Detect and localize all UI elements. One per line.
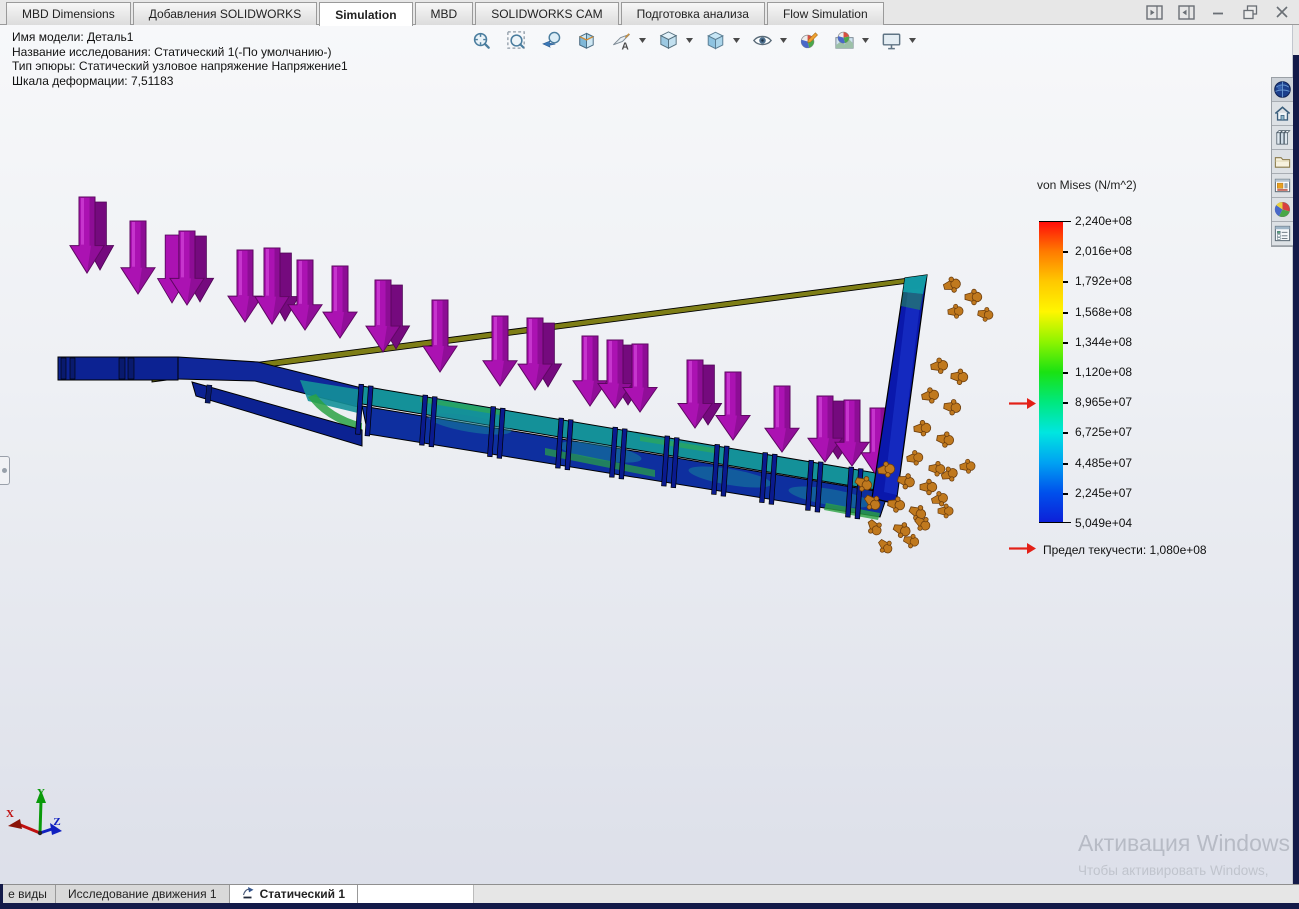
legend-tick	[1063, 312, 1068, 314]
legend-tick	[1063, 463, 1068, 465]
zoom-to-area-icon[interactable]	[503, 27, 529, 53]
yield-arrow-icon	[1009, 543, 1036, 557]
yield-marker-arrow-icon	[1009, 398, 1036, 412]
model-name-text: Имя модели: Деталь1	[12, 30, 348, 45]
command-tabs: MBD DimensionsДобавления SOLIDWORKSSimul…	[6, 2, 886, 25]
axis-y-label: Y	[37, 787, 45, 799]
legend-tick	[1063, 402, 1068, 404]
feature-tree-flyout-tab[interactable]	[0, 456, 10, 485]
legend-color-bar	[1039, 221, 1063, 523]
legend-value: 1,120e+08	[1075, 365, 1132, 379]
view-orientation-icon[interactable]	[655, 27, 681, 53]
legend-value: 4,485e+07	[1075, 456, 1132, 470]
study-name-text: Название исследования: Статический 1(-По…	[12, 45, 348, 60]
study-tab-label: Статический 1	[260, 887, 345, 901]
simulation-model-3d: Y X Z	[0, 0, 1299, 909]
legend-value: 1,568e+08	[1075, 305, 1132, 319]
view-palette-icon[interactable]	[1272, 174, 1293, 198]
right-edge-strip	[1293, 55, 1299, 909]
apply-scene-icon[interactable]	[831, 27, 857, 53]
edit-appearance-icon[interactable]	[796, 27, 822, 53]
appearances-scenes-icon[interactable]	[1272, 198, 1293, 222]
collapse-panel-right-button[interactable]	[1177, 4, 1195, 20]
study-tab-1[interactable]: е виды	[0, 885, 56, 903]
watermark-line1: Активация Windows	[1078, 830, 1290, 857]
legend-end-tick	[1039, 221, 1071, 222]
legend-value: 2,016e+08	[1075, 244, 1132, 258]
window-controls	[1145, 4, 1291, 20]
legend-value: 1,792e+08	[1075, 274, 1132, 288]
study-tabbar-filler	[358, 885, 474, 903]
legend-value: 8,965e+07	[1075, 395, 1132, 409]
svg-text:A: A	[621, 41, 628, 51]
dynamic-annotation-views-icon[interactable]: A	[608, 27, 634, 53]
study-tab-label: Исследование движения 1	[68, 887, 217, 901]
legend-value: 2,245e+07	[1075, 486, 1132, 500]
windows-activation-watermark: Активация Windows Чтобы активировать Win…	[1078, 830, 1290, 878]
display-style-icon[interactable]	[702, 27, 728, 53]
heads-up-view-toolbar: A	[468, 27, 916, 53]
deformation-scale-text: Шкала деформации: 7,51183	[12, 74, 348, 89]
home-icon[interactable]	[1272, 102, 1293, 126]
graphics-viewport[interactable]: Имя модели: Деталь1 Название исследовани…	[0, 25, 1293, 903]
custom-properties-icon[interactable]	[1272, 222, 1293, 246]
command-manager-tabbar: MBD DimensionsДобавления SOLIDWORKSSimul…	[0, 0, 1299, 25]
legend-tick	[1063, 281, 1068, 283]
command-tab-добавления-solidworks[interactable]: Добавления SOLIDWORKS	[133, 2, 318, 25]
view-settings-icon[interactable]	[878, 27, 904, 53]
view-orientation-dropdown-icon[interactable]	[685, 27, 693, 53]
legend-value: 1,344e+08	[1075, 335, 1132, 349]
legend-title: von Mises (N/m^2)	[1037, 178, 1137, 192]
file-explorer-icon[interactable]	[1272, 150, 1293, 174]
study-tabbar: е виды Исследование движения 1 Статический…	[0, 884, 1299, 903]
legend-value: 6,725e+07	[1075, 425, 1132, 439]
stress-legend: von Mises (N/m^2) 2,240e+08 2,016e+08 1,79…	[1005, 178, 1240, 578]
study-icon	[242, 886, 255, 902]
axis-x-label: X	[6, 808, 14, 820]
dynamic-annotation-views-dropdown-icon[interactable]	[638, 27, 646, 53]
hide-show-items-dropdown-icon[interactable]	[779, 27, 787, 53]
axis-z-label: Z	[53, 816, 60, 828]
zoom-to-fit-icon[interactable]	[468, 27, 494, 53]
command-tab-mbd-dimensions[interactable]: MBD Dimensions	[6, 2, 131, 25]
corner-notch	[0, 884, 3, 903]
section-view-icon[interactable]	[573, 27, 599, 53]
command-tab-mbd[interactable]: MBD	[415, 2, 474, 25]
plot-type-text: Тип эпюры: Статический узловое напряжени…	[12, 59, 348, 74]
collapse-panel-left-button[interactable]	[1145, 4, 1163, 20]
legend-tick	[1063, 493, 1068, 495]
display-style-dropdown-icon[interactable]	[732, 27, 740, 53]
legend-tick	[1063, 372, 1068, 374]
close-button[interactable]	[1273, 4, 1291, 20]
task-pane-strip	[1271, 77, 1294, 247]
legend-end-tick	[1039, 522, 1071, 523]
command-tab-подготовка-анализа[interactable]: Подготовка анализа	[621, 2, 765, 25]
yield-strength-label: Предел текучести: 1,080e+08	[1043, 543, 1207, 557]
plot-info: Имя модели: Деталь1 Название исследовани…	[12, 30, 348, 88]
hide-show-items-icon[interactable]	[749, 27, 775, 53]
study-tab-3[interactable]: Статический 1	[230, 885, 358, 903]
minimize-button[interactable]	[1209, 4, 1227, 20]
design-library-icon[interactable]	[1272, 126, 1293, 150]
command-tab-flow-simulation[interactable]: Flow Simulation	[767, 2, 884, 25]
command-tab-solidworks-cam[interactable]: SOLIDWORKS CAM	[475, 2, 618, 25]
legend-value: 5,049e+04	[1075, 516, 1132, 530]
command-tab-simulation[interactable]: Simulation	[319, 2, 412, 26]
apply-scene-dropdown-icon[interactable]	[861, 27, 869, 53]
restore-button[interactable]	[1241, 4, 1259, 20]
previous-view-icon[interactable]	[538, 27, 564, 53]
solidworks-resources-icon[interactable]	[1272, 78, 1293, 102]
watermark-line2: Чтобы активировать Windows,	[1078, 863, 1290, 878]
legend-value: 2,240e+08	[1075, 214, 1132, 228]
legend-tick	[1063, 342, 1068, 344]
study-tab-2[interactable]: Исследование движения 1	[56, 885, 230, 903]
view-settings-dropdown-icon[interactable]	[908, 27, 916, 53]
bottom-edge-strip	[0, 903, 1299, 909]
solidworks-window: MBD DimensionsДобавления SOLIDWORKSSimul…	[0, 0, 1299, 909]
legend-tick	[1063, 251, 1068, 253]
legend-tick	[1063, 432, 1068, 434]
study-tab-label: е виды	[8, 887, 47, 901]
